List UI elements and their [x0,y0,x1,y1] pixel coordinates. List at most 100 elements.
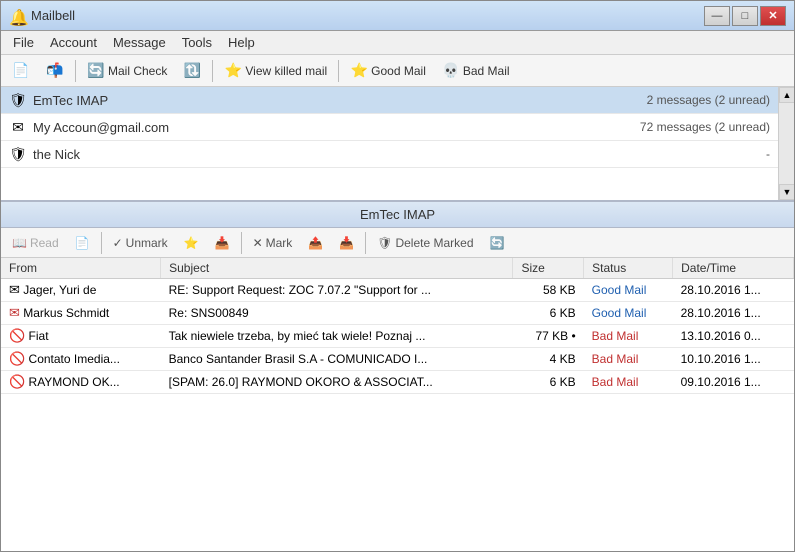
title-bar: 🔔 Mailbell — □ ✕ [1,1,794,31]
email-datetime: 09.10.2016 1... [673,371,794,394]
menu-bar: File Account Message Tools Help [1,31,794,55]
account-count-gmail: 72 messages (2 unread) [640,120,770,134]
reload-button[interactable]: 🔄 [483,231,512,255]
delete-marked-button[interactable]: 🛡 Delete Marked [370,231,480,255]
view-killed-label: View killed mail [245,64,327,78]
table-row[interactable]: ✉ Jager, Yuri de RE: Support Request: ZO… [1,279,794,302]
email-status: Good Mail [584,302,673,325]
account-row-nick[interactable]: 🛡 the Nick - [1,141,778,168]
receive2-icon: 📥 [339,236,354,250]
new-mail-button[interactable]: 📄 [5,58,37,84]
toolbar-separator-2 [212,60,213,82]
email-table: From Subject Size Status Date/Time ✉ Jag… [1,258,794,394]
send-icon: 📤 [308,236,323,250]
email-status: Good Mail [584,279,673,302]
good-mail-button[interactable]: ⭐ Good Mail [343,58,433,84]
accounts-panel: 🛡 EmTec IMAP 2 messages (2 unread) ✉ My … [1,87,794,202]
menu-message[interactable]: Message [105,33,174,52]
doc-button[interactable]: 📄 [68,231,97,255]
accounts-scrollbar: ▲ ▼ [778,87,794,200]
email-toolbar-sep-3 [365,232,366,254]
star-button[interactable]: ⭐ [177,231,206,255]
unmark-button[interactable]: ✓ Unmark [106,231,175,255]
email-datetime: 10.10.2016 1... [673,348,794,371]
new-mail-icon: 📄 [12,62,30,80]
menu-help[interactable]: Help [220,33,263,52]
send-receive-button[interactable]: 📬 [39,58,71,84]
email-size: 58 KB [513,279,584,302]
email-from: ✉ Jager, Yuri de [1,279,161,302]
table-row[interactable]: ✉ Markus Schmidt Re: SNS00849 6 KB Good … [1,302,794,325]
account-icon-gmail: ✉ [9,118,27,136]
menu-file[interactable]: File [5,33,42,52]
delete-marked-label: Delete Marked [395,236,473,250]
email-from: 🚫 Fiat [1,325,161,348]
title-bar-left: 🔔 Mailbell [9,8,75,24]
email-subject: [SPAM: 26.0] RAYMOND OKORO & ASSOCIAT... [161,371,513,394]
window-title: Mailbell [31,8,75,23]
minimize-button[interactable]: — [704,6,730,26]
col-header-from[interactable]: From [1,258,161,279]
scroll-down-button[interactable]: ▼ [779,184,794,200]
view-killed-icon: ⭐ [224,62,242,80]
mark-label: Mark [266,236,293,250]
table-row[interactable]: 🚫 Fiat Tak niewiele trzeba, by mieć tak … [1,325,794,348]
bad-mail-icon: 💀 [442,62,460,80]
email-size: 4 KB [513,348,584,371]
main-toolbar: 📄 📬 🔄 Mail Check 🔃 ⭐ View killed mail ⭐ … [1,55,794,87]
email-table-container[interactable]: From Subject Size Status Date/Time ✉ Jag… [1,258,794,551]
scroll-up-button[interactable]: ▲ [779,87,794,103]
mark-button[interactable]: ✕ Mark [246,231,300,255]
account-icon-emtec: 🛡 [9,91,27,109]
receive-button[interactable]: 📥 [208,231,237,255]
account-icon-nick: 🛡 [9,145,27,163]
email-from: ✉ Markus Schmidt [1,302,161,325]
close-button[interactable]: ✕ [760,6,786,26]
email-size: 77 KB • [513,325,584,348]
email-section-title: EmTec IMAP [360,207,435,222]
star-icon: ⭐ [184,236,199,250]
main-window: 🔔 Mailbell — □ ✕ File Account Message To… [0,0,795,552]
email-from: 🚫 Contato Imedia... [1,348,161,371]
reload-icon: 🔄 [490,236,505,250]
menu-tools[interactable]: Tools [174,33,220,52]
mail-check-icon: 🔄 [87,62,105,80]
email-section: EmTec IMAP 📖 Read 📄 ✓ Unmark ⭐ 📥 [1,202,794,551]
toolbar-separator-3 [338,60,339,82]
email-toolbar-sep-2 [241,232,242,254]
read-label: Read [30,236,59,250]
email-bad-icon: 🚫 [9,374,25,389]
account-row-gmail[interactable]: ✉ My Accoun@gmail.com 72 messages (2 unr… [1,114,778,141]
account-count-nick: - [766,147,770,161]
email-size: 6 KB [513,371,584,394]
send-button[interactable]: 📤 [301,231,330,255]
email-subject: Banco Santander Brasil S.A - COMUNICADO … [161,348,513,371]
email-section-header: EmTec IMAP [1,202,794,228]
email-status: Bad Mail [584,371,673,394]
send-receive-icon: 📬 [46,62,64,80]
receive2-button[interactable]: 📥 [332,231,361,255]
col-header-subject[interactable]: Subject [161,258,513,279]
account-row-emtec[interactable]: 🛡 EmTec IMAP 2 messages (2 unread) [1,87,778,114]
col-header-datetime[interactable]: Date/Time [673,258,794,279]
email-subject: Tak niewiele trzeba, by mieć tak wiele! … [161,325,513,348]
table-row[interactable]: 🚫 Contato Imedia... Banco Santander Bras… [1,348,794,371]
email-status: Bad Mail [584,348,673,371]
maximize-button[interactable]: □ [732,6,758,26]
mail-check-button[interactable]: 🔄 Mail Check [80,58,174,84]
col-header-status[interactable]: Status [584,258,673,279]
scroll-track[interactable] [779,103,794,184]
menu-account[interactable]: Account [42,33,105,52]
read-button[interactable]: 📖 Read [5,231,66,255]
mark-x-icon: ✕ [253,236,263,250]
good-mail-icon: ⭐ [350,62,368,80]
email-from: 🚫 RAYMOND OK... [1,371,161,394]
bad-mail-button[interactable]: 💀 Bad Mail [435,58,517,84]
table-row[interactable]: 🚫 RAYMOND OK... [SPAM: 26.0] RAYMOND OKO… [1,371,794,394]
unmark-icon: ✓ [113,236,123,250]
col-header-size[interactable]: Size [513,258,584,279]
view-killed-button[interactable]: ⭐ View killed mail [217,58,334,84]
delete-marked-icon: 🛡 [377,236,392,250]
account-count-emtec: 2 messages (2 unread) [647,93,770,107]
refresh-button[interactable]: 🔃 [176,58,208,84]
